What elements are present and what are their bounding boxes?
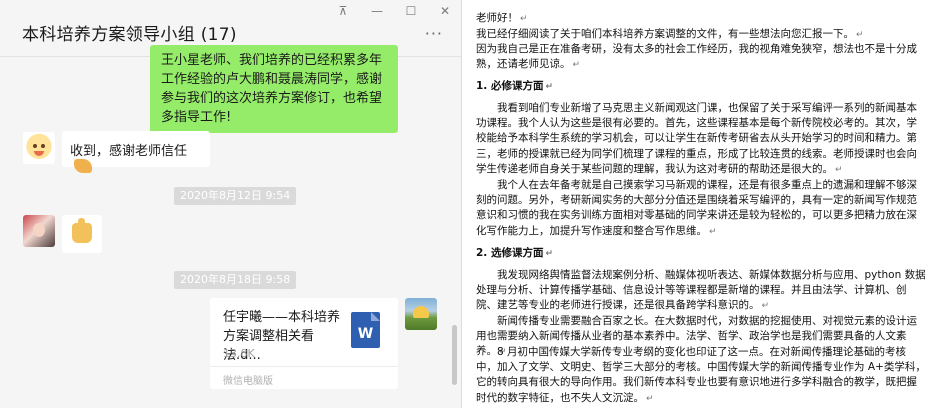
doc-heading: 1. 必修课方面 ↵ xyxy=(476,80,553,92)
maximize-icon[interactable]: ☐ xyxy=(405,4,417,18)
doc-paragraph: 我看到咱们专业新增了马克思主义新闻观这门课，也保留了关于采写编评一系列的新闻基本… xyxy=(476,102,917,175)
doc-heading: 2. 选修课方面 ↵ xyxy=(476,247,553,259)
window-controls: ⊼ — ☐ ✕ xyxy=(337,4,451,18)
timestamp: 2020年8月18日 9:58 xyxy=(174,271,297,289)
sent-message[interactable]: 王小星老师、我们培养的已经积累多年工作经验的卢大鹏和聂晨涛同学，感谢参与我们的这… xyxy=(150,45,398,133)
doc-paragraph: 8 月初中国传媒大学新传专业考纲的变化也印证了这一点。在对新闻传播理论基础的考核… xyxy=(476,346,926,404)
timestamp: 2020年8月12日 9:54 xyxy=(174,187,297,205)
doc-paragraph: 我已经仔细阅读了关于咱们本科培养方案调整的文件，有一些想法向您汇报一下。 ↵ xyxy=(476,28,864,40)
reply-text: 收到，感谢老师信任 xyxy=(70,144,188,159)
user-avatar[interactable] xyxy=(23,215,55,247)
praying-hands-icon xyxy=(74,159,92,173)
self-avatar[interactable] xyxy=(405,298,437,330)
file-message[interactable]: 任宇曦——本科培养方案调整相关看法.d... 13.8K W 微信电脑版 xyxy=(210,298,398,389)
pin-icon[interactable]: ⊼ xyxy=(337,4,349,18)
thumbs-up-message[interactable] xyxy=(62,215,102,253)
doc-paragraph: 我个人在去年备考就是自己摸索学习马新观的课程，还是有很多重点上的遗漏和理解不够深… xyxy=(476,179,917,237)
close-icon[interactable]: ✕ xyxy=(439,4,451,18)
chat-window: ⊼ — ☐ ✕ 本科培养方案领导小组 (17) ··· 王小星老师、我们培养的已… xyxy=(0,0,462,408)
doc-paragraph: 老师好！ ↵ xyxy=(476,12,528,24)
scrollbar[interactable] xyxy=(452,325,457,385)
reply-message[interactable]: 收到，感谢老师信任 xyxy=(62,131,210,173)
doc-paragraph: 我发现网络舆情监督法规案例分析、融媒体视听表达、新媒体数据分析与应用、pytho… xyxy=(476,269,926,312)
file-source: 微信电脑版 xyxy=(223,376,273,387)
chat-title: 本科培养方案领导小组 (17) xyxy=(22,25,237,45)
file-size: 13.8K xyxy=(223,347,255,360)
word-document-icon: W xyxy=(351,312,380,348)
minimize-icon[interactable]: — xyxy=(371,4,383,18)
thumbs-up-icon xyxy=(72,218,92,243)
doc-paragraph: 因为我自己是正在准备考研，没有太多的社会工作经历，我的视角难免狭窄，想法也不是十… xyxy=(476,43,917,71)
document-page: 老师好！ ↵ 我已经仔细阅读了关于咱们本科培养方案调整的文件，有一些想法向您汇报一… xyxy=(463,0,933,408)
emoji-avatar-icon[interactable] xyxy=(23,132,55,164)
more-options-icon[interactable]: ··· xyxy=(425,24,443,43)
